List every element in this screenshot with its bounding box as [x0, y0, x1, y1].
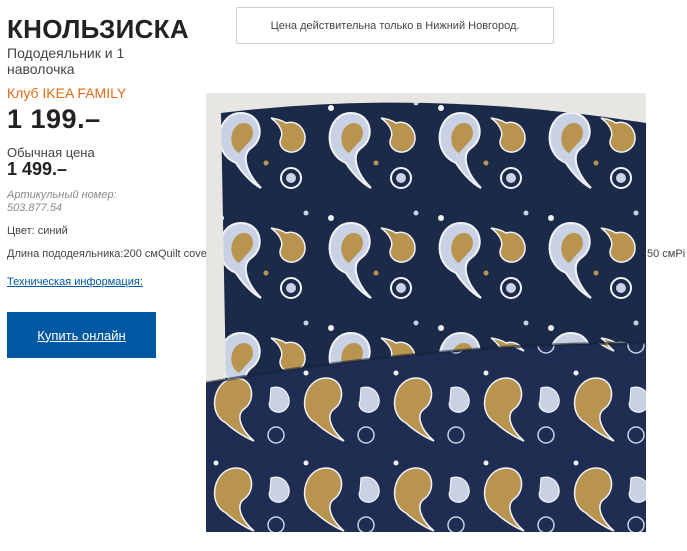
regular-price-label: Обычная цена — [7, 145, 95, 160]
product-title: КНОЛЬЗИСКА — [7, 14, 189, 44]
length-label: Длина пододеяльника:200 смQuilt cover — [7, 248, 211, 260]
buy-online-button[interactable]: Купить онлайн — [7, 312, 156, 358]
family-club-label: Клуб IKEA FAMILY — [7, 85, 127, 101]
length-tail: 50 смPi — [647, 248, 686, 260]
technical-info-link[interactable]: Техническая информация: — [7, 276, 143, 288]
article-number: Артикульный номер: 503.877.54 — [7, 189, 117, 214]
paisley-bedding-image — [206, 93, 646, 532]
length-info: Длина пододеяльника:200 смQuilt cover 50… — [7, 248, 685, 260]
color-info: Цвет: синий — [7, 225, 68, 237]
price-notice-box: Цена действительна только в Нижний Новго… — [236, 7, 554, 44]
family-price: 1 199.– — [7, 104, 101, 134]
price-notice-text: Цена действительна только в Нижний Новго… — [270, 19, 520, 32]
regular-price: 1 499.– — [7, 159, 68, 179]
product-description: Пододеяльник и 1 наволочка — [7, 45, 125, 77]
